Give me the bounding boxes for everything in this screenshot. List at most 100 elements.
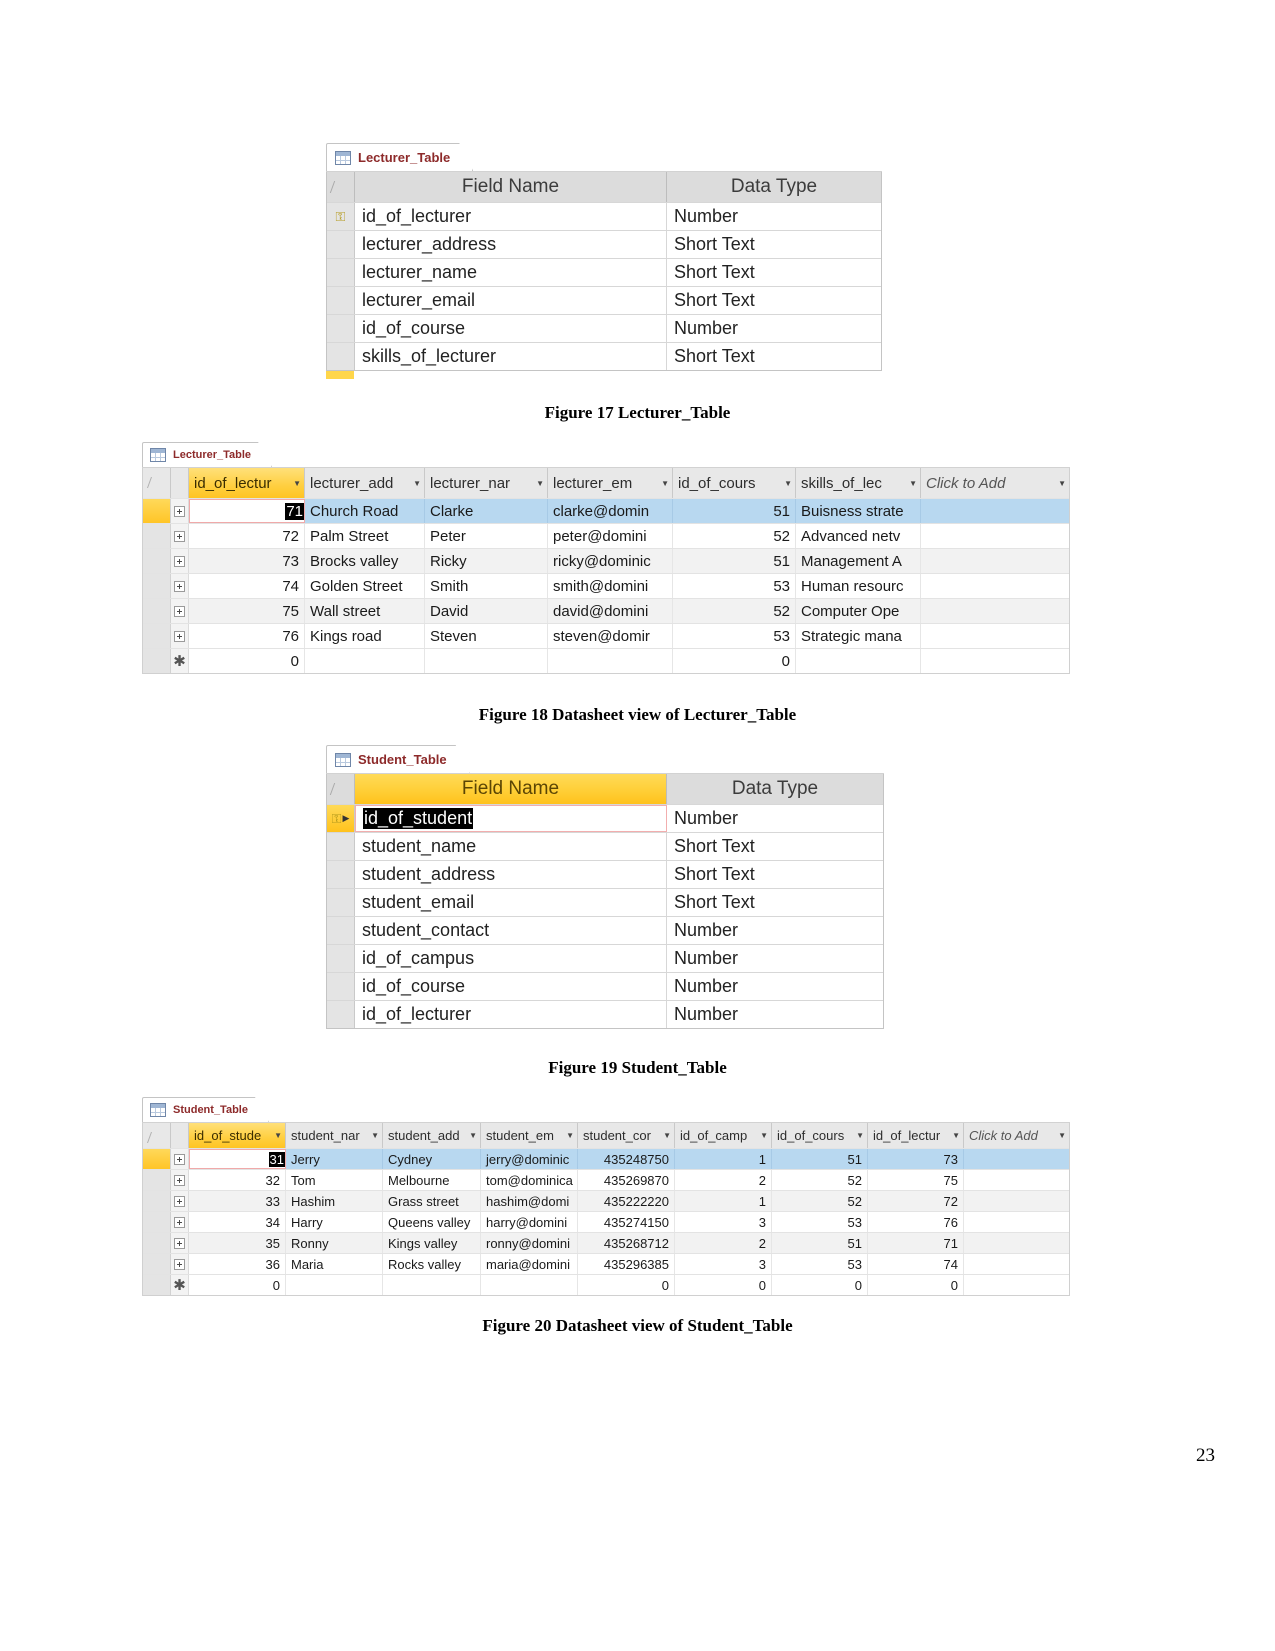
fig19-field-name-cell[interactable]: student_contact [355,917,667,944]
fig19-field-row[interactable]: student_address Short Text [327,860,883,888]
new-record-asterisk-icon[interactable]: ✱ [171,649,189,673]
fig19-field-name-cell[interactable]: id_of_student [355,805,667,832]
fig19-field-name-cell[interactable]: id_of_campus [355,945,667,972]
fig17-select-all-corner[interactable] [327,172,355,202]
expand-plus-icon[interactable] [174,1237,185,1249]
fig19-field-row[interactable]: ⚿ ▶ id_of_student Number [327,804,883,832]
fig17-field-row[interactable]: lecturer_name Short Text [327,258,881,286]
chevron-down-icon[interactable]: ▼ [270,1131,282,1140]
fig18-newrow-cell-id[interactable]: 0 [189,649,305,673]
fig19-data-type-cell[interactable]: Number [667,973,883,1000]
fig19-data-type-cell[interactable]: Number [667,805,883,832]
table-row[interactable]: 36 Maria Rocks valley maria@domini 43529… [143,1253,1069,1274]
expand-plus-icon[interactable] [174,555,185,567]
fig20-cell-course[interactable]: 53 [772,1254,868,1274]
fig20-newrow-cell-contact[interactable]: 0 [578,1275,675,1295]
fig20-cell-lecturer[interactable]: 74 [868,1254,964,1274]
fig20-cell-contact[interactable]: 435296385 [578,1254,675,1274]
fig20-cell-contact[interactable]: 435222220 [578,1191,675,1211]
fig19-data-type-cell[interactable]: Number [667,945,883,972]
fig18-click-to-add-column[interactable]: Click to Add ▼ [921,468,1069,498]
fig18-column-header-id-of-course[interactable]: id_of_cours ▼ [673,468,796,498]
fig20-new-record-row[interactable]: ✱ 0 0 0 0 0 [143,1274,1069,1295]
fig20-row-selector[interactable] [143,1233,171,1253]
fig18-newrow-cell-address[interactable] [305,649,425,673]
fig18-document-tab[interactable]: Lecturer_Table [142,442,272,467]
fig17-data-type-cell[interactable]: Short Text [667,259,881,286]
fig20-column-header-id-of-lecturer[interactable]: id_of_lectur ▼ [868,1123,964,1148]
fig20-row-selector[interactable] [143,1170,171,1190]
fig20-row-selector[interactable] [143,1191,171,1211]
chevron-down-icon[interactable]: ▼ [562,1131,574,1140]
fig19-row-selector[interactable] [327,1001,355,1028]
fig20-row-expander[interactable] [171,1191,189,1211]
fig20-cell-course[interactable]: 52 [772,1170,868,1190]
fig18-row-selector[interactable] [143,599,171,623]
fig18-column-header-skills-of-lecturer[interactable]: skills_of_lec ▼ [796,468,921,498]
fig20-cell-address[interactable]: Rocks valley [383,1254,481,1274]
fig18-cell-email[interactable]: clarke@domin [548,499,673,523]
fig19-field-row[interactable]: id_of_campus Number [327,944,883,972]
table-row[interactable]: 35 Ronny Kings valley ronny@domini 43526… [143,1232,1069,1253]
fig19-row-selector[interactable] [327,833,355,860]
fig20-cell-name[interactable]: Hashim [286,1191,383,1211]
table-row[interactable]: 76 Kings road Steven steven@domir 53 Str… [143,623,1069,648]
fig17-data-type-cell[interactable]: Number [667,203,881,230]
chevron-down-icon[interactable]: ▼ [367,1131,379,1140]
fig19-row-selector[interactable] [327,917,355,944]
chevron-down-icon[interactable]: ▼ [532,479,544,488]
fig18-newrow-cell-skills[interactable] [796,649,921,673]
fig18-cell-course[interactable]: 53 [673,574,796,598]
fig18-cell-id[interactable]: 73 [189,549,305,573]
chevron-down-icon[interactable]: ▼ [409,479,421,488]
fig18-cell-name[interactable]: Clarke [425,499,548,523]
fig18-row-expander[interactable] [171,524,189,548]
fig20-cell-address[interactable]: Kings valley [383,1233,481,1253]
fig18-cell-course[interactable]: 51 [673,549,796,573]
fig17-field-name-cell[interactable]: lecturer_name [355,259,667,286]
fig17-row-selector[interactable] [327,259,355,286]
expand-plus-icon[interactable] [174,505,185,517]
expand-plus-icon[interactable] [174,580,185,592]
fig17-row-selector[interactable]: ⚿ [327,203,355,230]
fig20-cell-email[interactable]: ronny@domini [481,1233,578,1253]
fig19-field-row[interactable]: student_name Short Text [327,832,883,860]
new-record-asterisk-icon[interactable]: ✱ [171,1275,189,1295]
fig18-cell-address[interactable]: Golden Street [305,574,425,598]
fig19-row-selector[interactable]: ⚿ ▶ [327,805,355,832]
fig20-row-expander[interactable] [171,1233,189,1253]
fig18-cell-id[interactable]: 75 [189,599,305,623]
fig19-document-tab[interactable]: Student_Table [326,745,470,773]
fig20-column-header-student-contact[interactable]: student_cor ▼ [578,1123,675,1148]
fig19-data-type-cell[interactable]: Short Text [667,861,883,888]
fig18-cell-skills[interactable]: Management A [796,549,921,573]
fig20-cell-email[interactable]: harry@domini [481,1212,578,1232]
chevron-down-icon[interactable]: ▼ [780,479,792,488]
fig20-cell-id[interactable]: 32 [189,1170,286,1190]
fig20-row-selector[interactable] [143,1149,171,1169]
table-row[interactable]: 75 Wall street David david@domini 52 Com… [143,598,1069,623]
fig17-row-selector[interactable] [327,343,355,370]
fig20-document-tab[interactable]: Student_Table [142,1097,269,1122]
fig17-data-type-cell[interactable]: Short Text [667,287,881,314]
table-row[interactable]: 34 Harry Queens valley harry@domini 4352… [143,1211,1069,1232]
fig19-field-name-cell[interactable]: id_of_course [355,973,667,1000]
fig17-field-row[interactable]: skills_of_lecturer Short Text [327,342,881,370]
chevron-down-icon[interactable]: ▼ [289,479,301,488]
fig20-cell-id[interactable]: 33 [189,1191,286,1211]
expand-plus-icon[interactable] [174,1153,185,1165]
fig18-cell-name[interactable]: Peter [425,524,548,548]
fig18-row-selector[interactable] [143,499,171,523]
fig20-column-header-id-of-course[interactable]: id_of_cours ▼ [772,1123,868,1148]
fig18-newrow-cell-course[interactable]: 0 [673,649,796,673]
fig18-cell-address[interactable]: Wall street [305,599,425,623]
fig18-cell-course[interactable]: 52 [673,599,796,623]
fig20-column-header-id-of-campus[interactable]: id_of_camp ▼ [675,1123,772,1148]
fig17-data-type-cell[interactable]: Number [667,315,881,342]
fig20-cell-email[interactable]: tom@dominica [481,1170,578,1190]
fig19-field-row[interactable]: id_of_course Number [327,972,883,1000]
fig20-cell-course[interactable]: 53 [772,1212,868,1232]
fig18-row-selector[interactable] [143,524,171,548]
fig20-cell-campus[interactable]: 1 [675,1191,772,1211]
fig18-new-record-row[interactable]: ✱ 0 0 [143,648,1069,673]
